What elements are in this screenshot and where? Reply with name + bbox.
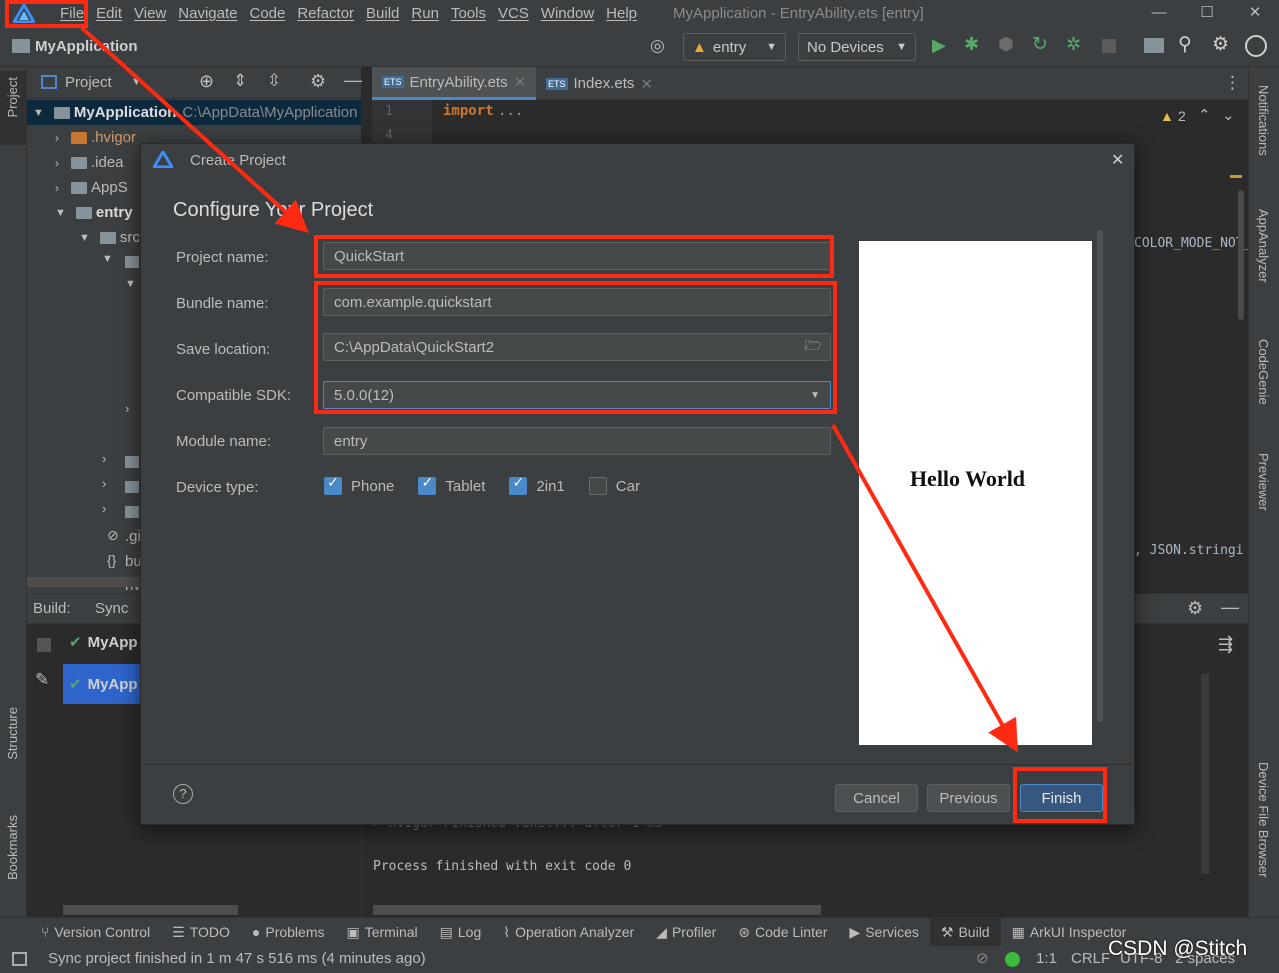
tool-services[interactable]: ▶ Services — [838, 924, 929, 941]
tool-label: Build — [958, 924, 990, 940]
tool-label: Operation Analyzer — [515, 924, 635, 940]
annotation-arrows — [80, 26, 1018, 753]
services-icon: ▶ — [849, 923, 861, 940]
watermark: CSDN @Stitch — [1108, 937, 1248, 960]
tool-todo[interactable]: ☰ TODO — [161, 924, 241, 941]
tool-label: Terminal — [364, 924, 418, 940]
list-icon: ☰ — [172, 923, 185, 940]
tool-label: Code Linter — [755, 924, 828, 940]
info-icon: ● — [251, 924, 261, 940]
tool-terminal[interactable]: ▣ Terminal — [336, 924, 429, 941]
linter-icon: ⊛ — [738, 923, 751, 940]
tool-log[interactable]: ▤ Log — [429, 924, 493, 941]
profiler-icon: ◢ — [656, 923, 667, 940]
line-separator[interactable]: CRLF — [1071, 950, 1110, 967]
arrow-to-project-name — [80, 26, 309, 234]
tool-operation-analyzer[interactable]: ⌇ Operation Analyzer — [492, 924, 645, 941]
branch-icon: ⑂ — [41, 924, 50, 940]
hammer-icon: ⚒ — [940, 923, 954, 940]
tool-build[interactable]: ⚒ Build — [929, 917, 1001, 947]
caret-position[interactable]: 1:1 — [1036, 950, 1057, 967]
tool-profiler[interactable]: ◢ Profiler — [645, 924, 727, 941]
tool-window-bar: ⑂ Version Control ☰ TODO ● Problems ▣ Termin… — [0, 917, 1279, 947]
status-message[interactable]: Sync project finished in 1 m 47 s 516 ms… — [48, 950, 426, 967]
tool-version-control[interactable]: ⑂ Version Control — [30, 924, 161, 940]
layout-icon[interactable] — [12, 952, 27, 966]
tool-label: Profiler — [671, 924, 717, 940]
tool-label: TODO — [189, 924, 230, 940]
tool-label: Problems — [265, 924, 325, 940]
chart-icon: ⌇ — [503, 923, 511, 940]
tool-label: Services — [865, 924, 919, 940]
terminal-icon: ▣ — [346, 923, 360, 940]
status-bar: Sync project finished in 1 m 47 s 516 ms… — [0, 946, 1279, 973]
arrow-to-finish — [831, 424, 1018, 753]
inspector-icon: ▦ — [1011, 923, 1025, 940]
tool-code-linter[interactable]: ⊛ Code Linter — [727, 924, 838, 941]
tool-problems[interactable]: ● Problems — [241, 924, 336, 940]
tool-label: Log — [457, 924, 482, 940]
no-network-icon[interactable]: ⊘ — [976, 949, 989, 967]
log-icon: ▤ — [439, 923, 453, 940]
tool-label: Version Control — [54, 924, 151, 940]
status-ok-icon[interactable] — [1005, 952, 1020, 967]
